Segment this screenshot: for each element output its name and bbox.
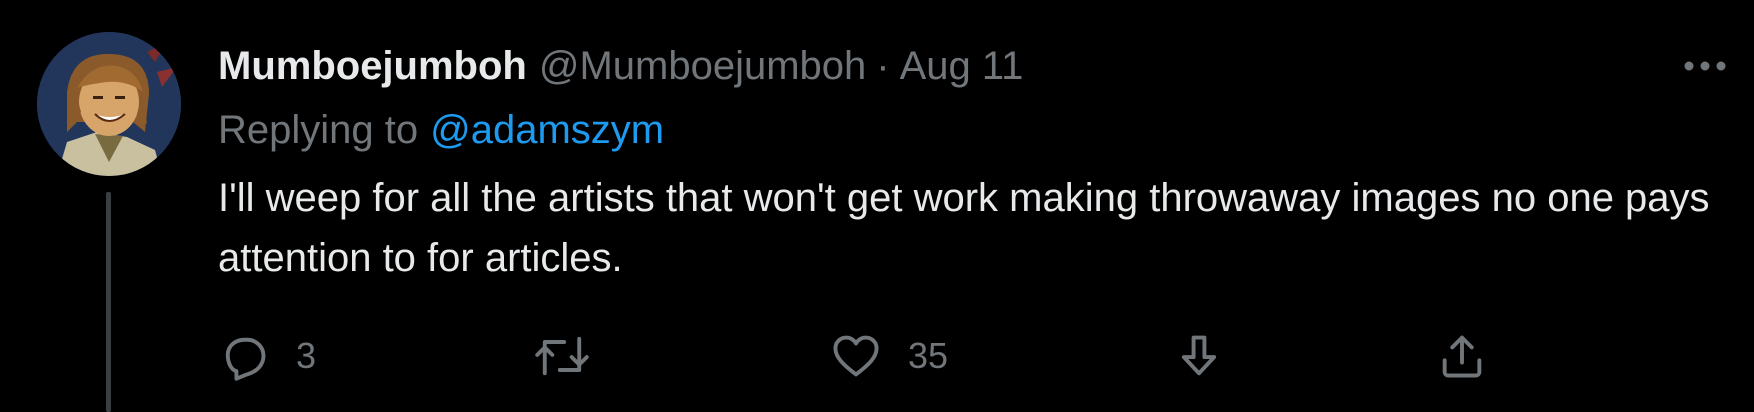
tweet-actions: 3 35: [218, 320, 1518, 392]
avatar-image: [37, 32, 181, 176]
avatar[interactable]: [37, 32, 181, 176]
tweet[interactable]: Mumboejumboh @Mumboejumboh · Aug 11 Repl…: [0, 0, 1754, 412]
user-handle[interactable]: @Mumboejumboh: [539, 36, 866, 96]
display-name[interactable]: Mumboejumboh: [218, 36, 527, 96]
reply-button[interactable]: 3: [218, 320, 316, 392]
download-button[interactable]: [1173, 320, 1225, 392]
tweet-text: I'll weep for all the artists that won't…: [218, 176, 1710, 280]
tweet-header: Mumboejumboh @Mumboejumboh · Aug 11: [218, 36, 1023, 96]
retweet-button[interactable]: [534, 320, 616, 392]
share-button[interactable]: [1436, 320, 1488, 392]
retweet-icon: [534, 330, 590, 382]
reply-icon: [218, 330, 270, 382]
more-options-button[interactable]: [1680, 48, 1730, 84]
reply-count: 3: [296, 335, 317, 376]
thread-line: [106, 192, 111, 412]
arrow-down-icon: [1173, 330, 1225, 382]
like-button[interactable]: 35: [830, 320, 948, 392]
replying-to-mention[interactable]: @adamszym: [430, 108, 664, 152]
like-count: 35: [908, 335, 949, 376]
replying-to-label: Replying to: [218, 108, 419, 152]
tweet-date[interactable]: Aug 11: [900, 36, 1024, 96]
replying-to: Replying to @adamszym: [218, 100, 664, 160]
separator-dot: ·: [876, 44, 890, 88]
more-horizontal-icon: [1684, 61, 1726, 71]
share-icon: [1436, 330, 1488, 382]
heart-icon: [830, 330, 882, 382]
